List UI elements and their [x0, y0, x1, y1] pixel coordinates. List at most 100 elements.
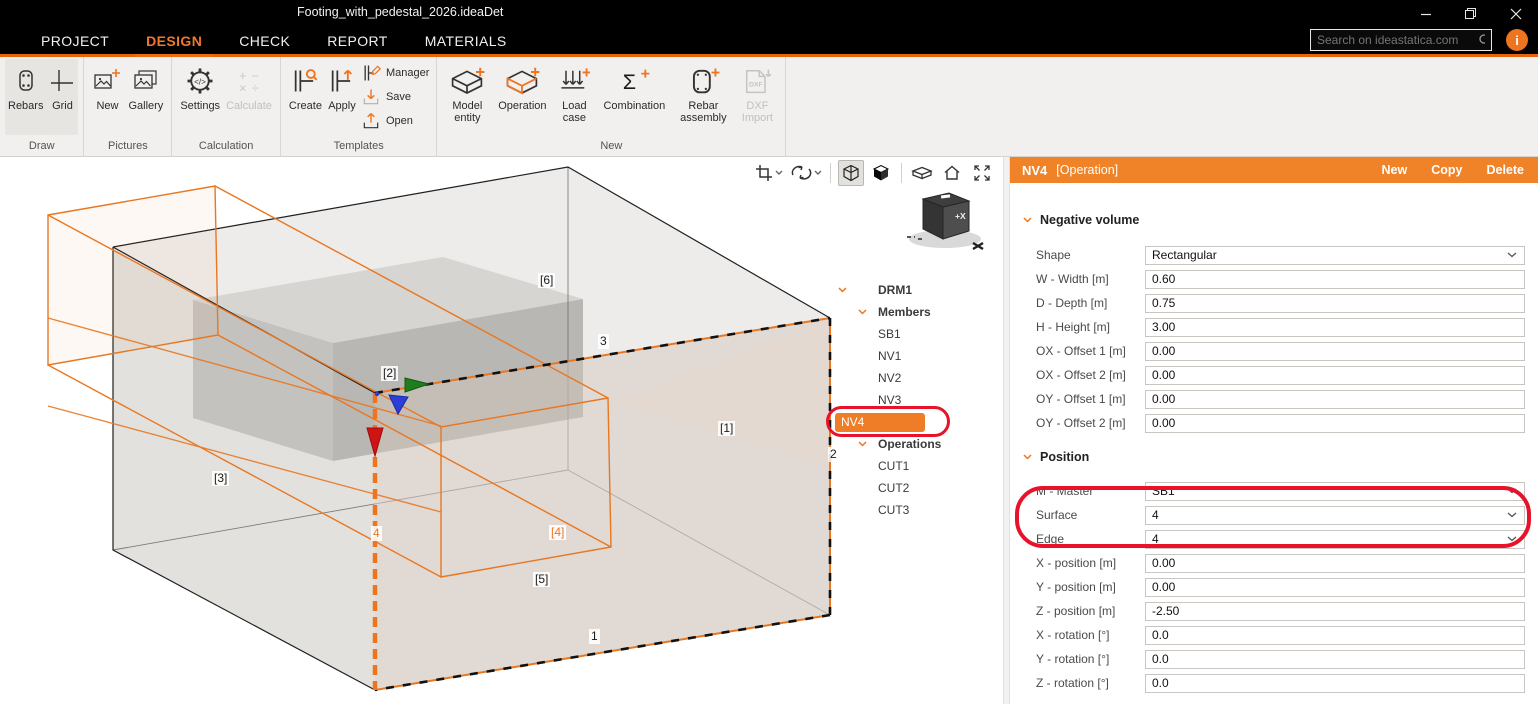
field-label: OX - Offset 1 [m]: [1023, 344, 1145, 358]
tree-item-nv4-selected[interactable]: NV4: [835, 411, 1001, 433]
minimize-button[interactable]: [1403, 0, 1448, 27]
chevron-down-icon: [1507, 536, 1517, 542]
y-rotation-input[interactable]: [1146, 652, 1524, 666]
calculate-icon: + − × ÷: [234, 62, 264, 100]
tree-item-nv1[interactable]: NV1: [835, 345, 1001, 367]
rebar-assembly-button[interactable]: Rebar assembly: [672, 59, 734, 126]
maximize-button[interactable]: [1448, 0, 1493, 27]
view-cube[interactable]: +X: [903, 185, 989, 262]
properties-body: Negative volume Shape Rectangular W - Wi…: [1010, 183, 1538, 704]
chevron-down-icon: [858, 309, 867, 315]
rebars-icon: [13, 62, 39, 100]
section-negative-volume[interactable]: Negative volume: [1023, 207, 1525, 233]
settings-button[interactable]: </> Settings: [177, 59, 223, 114]
template-open-label: Open: [386, 115, 413, 127]
rebars-label: Rebars: [8, 100, 43, 112]
z-rotation-input[interactable]: [1146, 676, 1524, 690]
operation-button[interactable]: Operation: [492, 59, 552, 114]
row-x-position: X - position [m]: [1023, 551, 1525, 575]
tree-item-nv3[interactable]: NV3: [835, 389, 1001, 411]
z-position-input[interactable]: [1146, 604, 1524, 618]
home-view-button[interactable]: [939, 160, 965, 186]
load-case-button[interactable]: Load case: [552, 59, 596, 126]
rebars-button[interactable]: Rebars: [5, 59, 46, 135]
section-position[interactable]: Position: [1023, 445, 1525, 469]
template-open-button[interactable]: Open: [359, 109, 431, 133]
properties-panel: NV4 [Operation] New Copy Delete Negative…: [1010, 157, 1538, 704]
info-button[interactable]: i: [1506, 29, 1528, 51]
clipped-view-button[interactable]: [909, 160, 935, 186]
oy-offset-2-input[interactable]: [1146, 416, 1524, 430]
tree-item-cut1[interactable]: CUT1: [835, 455, 1001, 477]
wireframe-view-button[interactable]: [838, 160, 864, 186]
template-manager-button[interactable]: Manager: [359, 61, 431, 85]
template-apply-label: Apply: [328, 100, 356, 112]
search-input[interactable]: [1311, 33, 1478, 47]
tab-report[interactable]: REPORT: [324, 27, 391, 54]
gallery-button[interactable]: Gallery: [125, 59, 166, 114]
combination-button[interactable]: Σ Combination: [596, 59, 672, 114]
properties-header: NV4 [Operation] New Copy Delete: [1010, 157, 1538, 183]
solid-view-button[interactable]: [868, 160, 894, 186]
x-position-input[interactable]: [1146, 556, 1524, 570]
tree-item-nv2[interactable]: NV2: [835, 367, 1001, 389]
zoom-window-button[interactable]: [751, 160, 785, 186]
picture-new-button[interactable]: New: [89, 59, 125, 114]
tab-project[interactable]: PROJECT: [38, 27, 112, 54]
face-label-1: [1]: [718, 421, 735, 436]
ox-offset-2-input[interactable]: [1146, 368, 1524, 382]
master-dropdown[interactable]: SB1: [1145, 482, 1525, 501]
close-button[interactable]: [1493, 0, 1538, 27]
chevron-down-icon: [1023, 217, 1032, 223]
template-save-button[interactable]: Save: [359, 85, 431, 109]
tree-item-members[interactable]: Members: [835, 301, 1001, 323]
solid-cube-icon: [871, 163, 891, 183]
viewport-toolbar: [751, 159, 995, 187]
rotate-view-button[interactable]: [789, 160, 823, 186]
tab-materials[interactable]: MATERIALS: [422, 27, 510, 54]
model-entity-button[interactable]: Model entity: [442, 59, 492, 126]
ox-offset-1-input[interactable]: [1146, 344, 1524, 358]
x-rotation-input[interactable]: [1146, 628, 1524, 642]
row-z-position: Z - position [m]: [1023, 599, 1525, 623]
edge-label-3: 3: [598, 334, 609, 349]
template-create-button[interactable]: Create: [286, 59, 325, 114]
field-label: Y - position [m]: [1023, 580, 1145, 594]
svg-text:Σ: Σ: [623, 70, 636, 94]
tree-label: NV1: [878, 349, 901, 363]
tab-check[interactable]: CHECK: [236, 27, 293, 54]
tree-item-cut2[interactable]: CUT2: [835, 477, 1001, 499]
shape-dropdown[interactable]: Rectangular: [1145, 246, 1525, 265]
tab-design[interactable]: DESIGN: [143, 27, 205, 54]
oy-offset-1-input[interactable]: [1146, 392, 1524, 406]
load-case-label: Load case: [555, 100, 593, 124]
surface-dropdown[interactable]: 4: [1145, 506, 1525, 525]
tree-item-operations[interactable]: Operations: [835, 433, 1001, 455]
model-tree: DRM1 Members SB1 NV1 NV2 NV3 NV4 Operati…: [835, 279, 1001, 521]
template-apply-icon: [328, 62, 356, 100]
field-label: X - rotation [°]: [1023, 628, 1145, 642]
search-box[interactable]: [1310, 29, 1492, 51]
edge-dropdown[interactable]: 4: [1145, 530, 1525, 549]
canvas-panel-divider[interactable]: [1003, 157, 1010, 704]
depth-input[interactable]: [1146, 296, 1524, 310]
grid-label: Grid: [52, 100, 73, 112]
gallery-label: Gallery: [128, 100, 163, 112]
edge-label-1: 1: [589, 629, 600, 644]
width-input[interactable]: [1146, 272, 1524, 286]
height-input[interactable]: [1146, 320, 1524, 334]
template-apply-button[interactable]: Apply: [325, 59, 359, 114]
copy-button[interactable]: Copy: [1431, 163, 1462, 177]
delete-button[interactable]: Delete: [1486, 163, 1524, 177]
tree-label: CUT1: [878, 459, 909, 473]
row-ox-offset-1: OX - Offset 1 [m]: [1023, 339, 1525, 363]
new-button[interactable]: New: [1382, 163, 1408, 177]
tree-item-drm1[interactable]: DRM1: [835, 279, 1001, 301]
tree-item-sb1[interactable]: SB1: [835, 323, 1001, 345]
fit-view-button[interactable]: [969, 160, 995, 186]
row-surface: Surface 4: [1023, 503, 1525, 527]
grid-button[interactable]: Grid: [46, 59, 78, 135]
tree-item-cut3[interactable]: CUT3: [835, 499, 1001, 521]
y-position-input[interactable]: [1146, 580, 1524, 594]
viewport-canvas[interactable]: [1] [2] [3] [4] [5] [6] 1 2 3 4: [0, 157, 1003, 704]
